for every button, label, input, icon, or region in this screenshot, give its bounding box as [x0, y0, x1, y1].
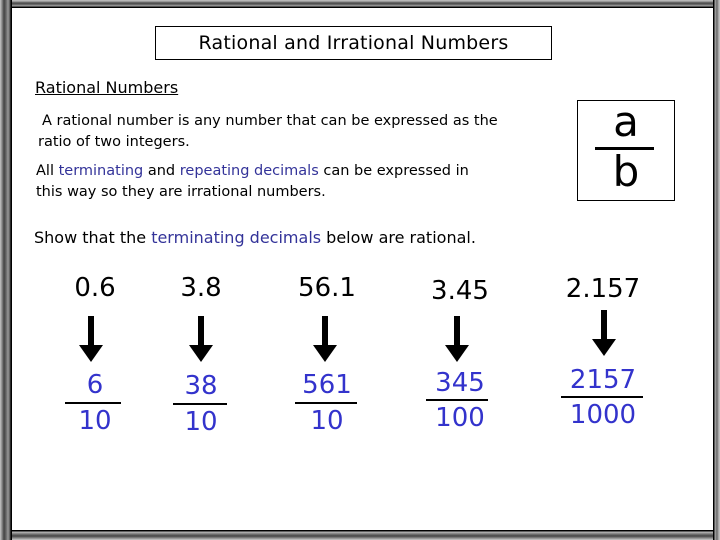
- definition-line-2: ratio of two integers.: [38, 134, 190, 150]
- fraction-denominator: 10: [78, 406, 112, 436]
- down-arrow-icon: [592, 310, 616, 356]
- decimal-value: 56.1: [298, 273, 356, 303]
- statement-text: All terminating and repeating decimals c…: [36, 161, 576, 203]
- decimal-value: 3.45: [431, 276, 489, 306]
- instruction-text-part: Show that the: [34, 228, 152, 247]
- statement-line-2: this way so they are irrational numbers.: [36, 184, 326, 200]
- definition-line-1: A rational number is any number that can…: [42, 113, 498, 129]
- conversion-item: 3.45 345 100: [400, 268, 520, 448]
- slide-frame-right: [713, 0, 720, 540]
- slide-frame-top: [12, 0, 714, 8]
- fraction-numerator: 561: [302, 370, 352, 400]
- ratio-a-over-b-box: a b: [577, 100, 675, 201]
- conversion-item: 56.1 561 10: [267, 268, 387, 448]
- fraction-bar: [561, 396, 643, 398]
- definition-text: A rational number is any number that can…: [37, 111, 572, 153]
- slide-frame-bottom: [12, 530, 713, 540]
- conversion-item: 3.8 38 10: [141, 268, 261, 448]
- highlight-repeating-decimals: repeating decimals: [179, 163, 319, 179]
- fraction-bar: [295, 402, 357, 404]
- down-arrow-icon: [313, 316, 337, 362]
- fraction-bar: [426, 399, 488, 401]
- fraction-numerator: 6: [86, 370, 104, 400]
- section-heading: Rational Numbers: [35, 78, 179, 97]
- instruction-text: Show that the terminating decimals below…: [34, 228, 476, 247]
- fraction-bar: [173, 403, 227, 405]
- statement-text-part: and: [143, 163, 180, 179]
- decimal-value: 0.6: [74, 273, 116, 303]
- fraction-denominator: 100: [435, 403, 485, 433]
- conversion-item: 0.6 6 10: [35, 268, 155, 448]
- ratio-denominator: b: [612, 147, 640, 196]
- decimal-value: 3.8: [180, 273, 222, 303]
- fraction-denominator: 10: [310, 406, 344, 436]
- fraction-numerator: 38: [184, 371, 218, 401]
- ratio-numerator: a: [613, 97, 639, 146]
- statement-line-1: All terminating and repeating decimals c…: [36, 161, 576, 182]
- highlight-terminating-decimals: terminating decimals: [151, 228, 322, 247]
- slide-frame-left: [0, 0, 12, 540]
- statement-text-part: All: [36, 163, 59, 179]
- decimal-value: 2.157: [565, 274, 641, 304]
- down-arrow-icon: [79, 316, 103, 362]
- fraction-denominator: 10: [184, 407, 218, 437]
- slide-title: Rational and Irrational Numbers: [155, 26, 552, 60]
- fraction-bar: [65, 402, 121, 404]
- highlight-terminating: terminating: [58, 163, 144, 179]
- instruction-text-part: below are rational.: [321, 228, 476, 247]
- down-arrow-icon: [445, 316, 469, 362]
- down-arrow-icon: [189, 316, 213, 362]
- statement-text-part: can be expressed in: [318, 163, 469, 179]
- conversion-item: 2.157 2157 1000: [543, 268, 663, 448]
- fraction-denominator: 1000: [569, 400, 637, 430]
- fraction-numerator: 345: [435, 368, 485, 398]
- fraction-numerator: 2157: [569, 365, 637, 395]
